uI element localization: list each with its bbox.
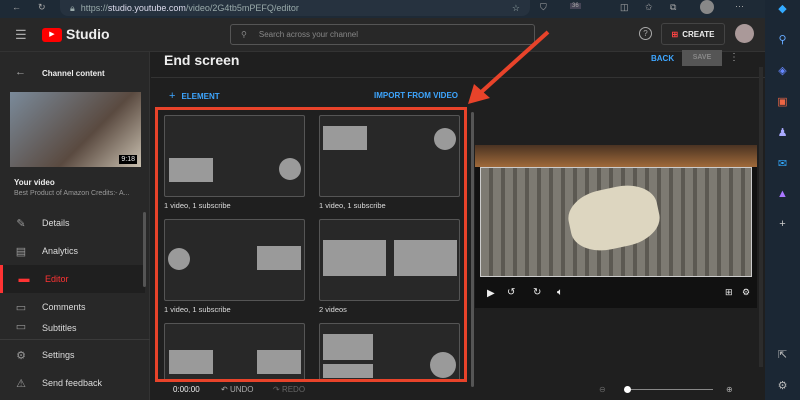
annotation-arrow: [468, 30, 550, 104]
